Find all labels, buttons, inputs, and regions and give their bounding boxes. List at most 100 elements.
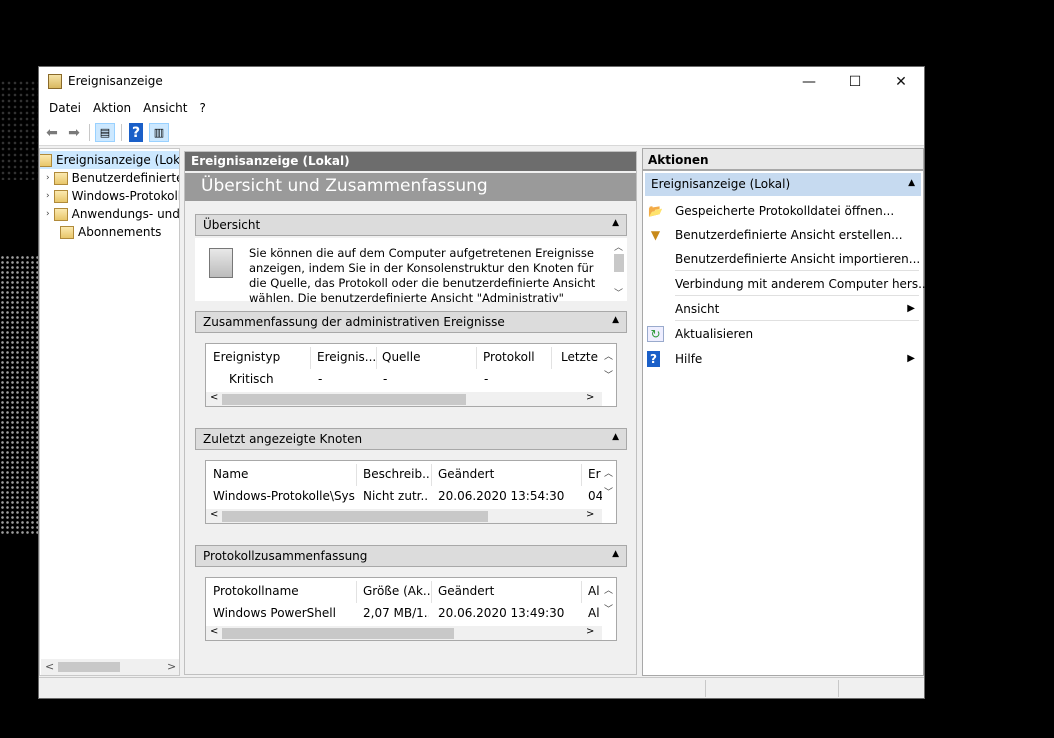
menu-datei[interactable]: Datei <box>43 101 87 115</box>
column-header[interactable]: Beschreib... <box>363 467 431 481</box>
grid-vertical-scrollbar[interactable]: ︿ ﹀ <box>602 344 616 381</box>
action-open-saved-log[interactable]: 📂 Gespeicherte Protokolldatei öffnen... <box>647 199 921 223</box>
grid-cell[interactable]: - <box>318 372 322 386</box>
minimize-button[interactable]: — <box>786 67 832 97</box>
scroll-down-icon[interactable]: ﹀ <box>614 286 623 299</box>
column-header[interactable]: Größe (Ak... <box>363 584 431 598</box>
column-divider[interactable] <box>551 347 552 369</box>
column-header[interactable]: Al <box>588 584 602 598</box>
column-divider[interactable] <box>356 464 357 486</box>
grid-cell[interactable]: 2,07 MB/1... <box>363 606 429 620</box>
column-header[interactable]: Ereignis... <box>317 350 377 364</box>
action-help[interactable]: ? Hilfe ▶ <box>647 347 921 371</box>
overview-vertical-scrollbar[interactable]: ︿ ﹀ <box>612 238 626 301</box>
tree-item-windows-logs[interactable]: › Windows-Protokolle <box>40 187 179 205</box>
column-header[interactable]: Name <box>213 467 353 481</box>
collapse-icon[interactable]: ▲ <box>908 178 915 188</box>
collapse-icon[interactable]: ▲ <box>612 315 619 325</box>
scroll-down-icon[interactable]: ﹀ <box>604 368 613 381</box>
scrollbar-thumb[interactable] <box>58 662 120 672</box>
grid-vertical-scrollbar[interactable]: ︿ ﹀ <box>602 578 616 615</box>
scroll-left-icon[interactable]: < <box>210 509 218 520</box>
grid-cell[interactable]: Nicht zutr... <box>363 489 429 503</box>
grid-horizontal-scrollbar[interactable]: < > <box>206 626 602 640</box>
scroll-left-icon[interactable]: < <box>210 392 218 403</box>
section-logs-header[interactable]: Protokollzusammenfassung ▲ <box>195 545 627 567</box>
grid-cell[interactable]: - <box>484 372 488 386</box>
grid-cell[interactable]: - <box>383 372 387 386</box>
column-divider[interactable] <box>356 581 357 603</box>
column-header[interactable]: Ereignistyp <box>213 350 313 364</box>
menu-help[interactable]: ? <box>193 101 211 115</box>
scrollbar-thumb[interactable] <box>222 511 488 522</box>
show-tree-icon[interactable]: ▤ <box>95 123 115 142</box>
forward-arrow-icon[interactable]: ➡ <box>64 123 84 142</box>
grid-cell[interactable]: Kritisch <box>229 372 274 386</box>
grid-cell[interactable]: 04 <box>588 489 602 503</box>
menu-aktion[interactable]: Aktion <box>87 101 137 115</box>
column-header[interactable]: Geändert <box>438 467 573 481</box>
tree-item-root[interactable]: Ereignisanzeige (Lokal) <box>40 151 179 169</box>
grid-cell[interactable]: 20.06.2020 13:54:30 <box>438 489 578 503</box>
chevron-right-icon[interactable]: › <box>46 191 50 201</box>
action-import-custom-view[interactable]: Benutzerdefinierte Ansicht importieren..… <box>647 247 921 271</box>
section-recent-header[interactable]: Zuletzt angezeigte Knoten ▲ <box>195 428 627 450</box>
action-view[interactable]: Ansicht ▶ <box>647 297 921 321</box>
column-divider[interactable] <box>476 347 477 369</box>
scroll-up-icon[interactable]: ︿ <box>614 240 623 253</box>
column-header[interactable]: Protokoll <box>483 350 553 364</box>
scroll-left-icon[interactable]: < <box>210 626 218 637</box>
column-header[interactable]: Protokollname <box>213 584 353 598</box>
grid-cell[interactable]: Windows-Protokolle\Sys... <box>213 489 355 503</box>
grid-cell[interactable]: Al <box>588 606 602 620</box>
title-bar[interactable]: Ereignisanzeige — ☐ ✕ <box>39 67 924 97</box>
action-create-custom-view[interactable]: ▼ Benutzerdefinierte Ansicht erstellen..… <box>647 223 921 247</box>
action-connect-computer[interactable]: Verbindung mit anderem Computer hers... <box>647 272 930 296</box>
maximize-button[interactable]: ☐ <box>832 67 878 97</box>
help-icon[interactable]: ? <box>129 123 143 142</box>
scroll-up-icon[interactable]: ︿ <box>604 466 613 479</box>
close-button[interactable]: ✕ <box>878 67 924 97</box>
actions-group-header[interactable]: Ereignisanzeige (Lokal) ▲ <box>645 173 921 196</box>
menu-ansicht[interactable]: Ansicht <box>137 101 193 115</box>
column-header[interactable]: Geändert <box>438 584 573 598</box>
scroll-right-icon[interactable]: > <box>586 626 594 637</box>
action-refresh[interactable]: ↻ Aktualisieren <box>647 322 921 346</box>
scroll-up-icon[interactable]: ︿ <box>604 349 613 362</box>
grid-horizontal-scrollbar[interactable]: < > <box>206 509 602 523</box>
scroll-right-icon[interactable]: > <box>167 660 176 673</box>
tree-item-custom-views[interactable]: › Benutzerdefinierte Ansichten <box>40 169 179 187</box>
scroll-right-icon[interactable]: > <box>586 392 594 403</box>
tree-item-subscriptions[interactable]: Abonnements <box>40 223 179 241</box>
grid-vertical-scrollbar[interactable]: ︿ ﹀ <box>602 461 616 498</box>
column-divider[interactable] <box>310 347 311 369</box>
column-divider[interactable] <box>431 464 432 486</box>
section-overview-header[interactable]: Übersicht ▲ <box>195 214 627 236</box>
back-arrow-icon[interactable]: ⬅ <box>42 123 62 142</box>
scroll-right-icon[interactable]: > <box>586 509 594 520</box>
column-divider[interactable] <box>431 581 432 603</box>
column-divider[interactable] <box>581 464 582 486</box>
scroll-up-icon[interactable]: ︿ <box>604 583 613 596</box>
grid-horizontal-scrollbar[interactable]: < > <box>206 392 602 406</box>
tree-item-app-logs[interactable]: › Anwendungs- und Dienstprotokolle <box>40 205 179 223</box>
grid-cell[interactable]: Windows PowerShell <box>213 606 355 620</box>
collapse-icon[interactable]: ▲ <box>612 432 619 442</box>
column-divider[interactable] <box>376 347 377 369</box>
chevron-right-icon[interactable]: › <box>46 173 50 183</box>
grid-cell[interactable]: 20.06.2020 13:49:30 <box>438 606 578 620</box>
column-header[interactable]: Er <box>588 467 602 481</box>
chevron-right-icon[interactable]: › <box>46 209 50 219</box>
scrollbar-thumb[interactable] <box>222 628 454 639</box>
scrollbar-thumb[interactable] <box>222 394 466 405</box>
column-divider[interactable] <box>581 581 582 603</box>
collapse-icon[interactable]: ▲ <box>612 549 619 559</box>
column-header[interactable]: Quelle <box>382 350 472 364</box>
scroll-down-icon[interactable]: ﹀ <box>604 602 613 615</box>
scroll-left-icon[interactable]: < <box>45 660 54 673</box>
section-admin-header[interactable]: Zusammenfassung der administrativen Erei… <box>195 311 627 333</box>
collapse-icon[interactable]: ▲ <box>612 218 619 228</box>
scroll-down-icon[interactable]: ﹀ <box>604 485 613 498</box>
show-action-pane-icon[interactable]: ▥ <box>149 123 169 142</box>
tree-horizontal-scrollbar[interactable]: < > <box>41 659 179 675</box>
